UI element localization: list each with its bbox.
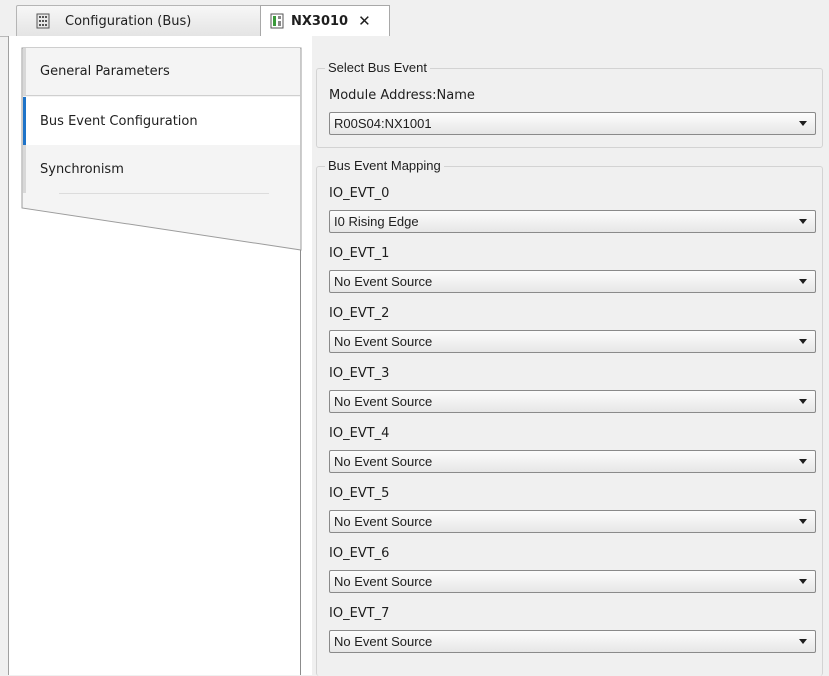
bus-event-content: Select Bus Event Module Address:Name R00… — [312, 36, 829, 676]
module-address-dropdown[interactable]: R00S04:NX1001 — [329, 112, 816, 135]
dropdown-value: No Event Source — [334, 634, 433, 649]
tab-label: Synchronism — [40, 161, 124, 177]
chevron-down-icon — [799, 399, 807, 404]
close-icon[interactable]: ✕ — [358, 12, 371, 30]
event-source-dropdown-io-evt-3[interactable]: No Event Source — [329, 390, 816, 413]
event-source-dropdown-io-evt-5[interactable]: No Event Source — [329, 510, 816, 533]
tab-configuration-bus[interactable]: Configuration (Bus) — [16, 5, 264, 36]
chevron-down-icon — [799, 219, 807, 224]
event-source-dropdown-io-evt-6[interactable]: No Event Source — [329, 570, 816, 593]
chevron-down-icon — [799, 279, 807, 284]
tab-general-parameters[interactable]: General Parameters — [23, 48, 300, 96]
chevron-down-icon — [799, 519, 807, 524]
dropdown-value: No Event Source — [334, 334, 433, 349]
dropdown-value: I0 Rising Edge — [334, 214, 419, 229]
bus-event-mapping-group: Bus Event Mapping IO_EVT_0 I0 Rising Edge… — [316, 158, 823, 676]
event-label-io-evt-1: IO_EVT_1 — [329, 246, 390, 261]
vertical-tab-panel: General Parameters Bus Event Configurati… — [9, 36, 302, 675]
dropdown-value: No Event Source — [334, 274, 433, 289]
bus-config-icon — [35, 13, 51, 29]
event-label-io-evt-7: IO_EVT_7 — [329, 606, 390, 621]
module-address-label: Module Address:Name — [329, 88, 475, 103]
event-source-dropdown-io-evt-0[interactable]: I0 Rising Edge — [329, 210, 816, 233]
event-label-io-evt-4: IO_EVT_4 — [329, 426, 390, 441]
event-label-io-evt-0: IO_EVT_0 — [329, 186, 390, 201]
device-editor: General Parameters Bus Event Configurati… — [8, 36, 829, 676]
divider — [59, 193, 269, 194]
event-source-dropdown-io-evt-7[interactable]: No Event Source — [329, 630, 816, 653]
dropdown-value: No Event Source — [334, 454, 433, 469]
module-icon — [269, 13, 285, 29]
event-source-dropdown-io-evt-2[interactable]: No Event Source — [329, 330, 816, 353]
chevron-down-icon — [799, 459, 807, 464]
group-title: Select Bus Event — [325, 60, 430, 75]
dropdown-value: R00S04:NX1001 — [334, 116, 432, 131]
tab-synchronism[interactable]: Synchronism — [23, 145, 300, 193]
tab-label: General Parameters — [40, 64, 170, 79]
select-bus-event-group: Select Bus Event Module Address:Name R00… — [316, 60, 823, 148]
chevron-down-icon — [799, 579, 807, 584]
document-tab-strip: Configuration (Bus) NX3010 ✕ — [0, 0, 829, 37]
group-title: Bus Event Mapping — [325, 158, 444, 173]
event-source-dropdown-io-evt-4[interactable]: No Event Source — [329, 450, 816, 473]
chevron-down-icon — [799, 639, 807, 644]
event-source-dropdown-io-evt-1[interactable]: No Event Source — [329, 270, 816, 293]
chevron-down-icon — [799, 339, 807, 344]
dropdown-value: No Event Source — [334, 574, 433, 589]
tab-label: NX3010 — [291, 13, 349, 29]
tab-label: Bus Event Configuration — [40, 113, 198, 129]
tab-label: Configuration (Bus) — [65, 13, 192, 29]
dropdown-value: No Event Source — [334, 394, 433, 409]
panel-divider — [300, 250, 301, 675]
chevron-down-icon — [799, 121, 807, 126]
dropdown-value: No Event Source — [334, 514, 433, 529]
event-label-io-evt-6: IO_EVT_6 — [329, 546, 390, 561]
tab-bus-event-configuration[interactable]: Bus Event Configuration — [23, 97, 300, 145]
event-label-io-evt-2: IO_EVT_2 — [329, 306, 390, 321]
tab-nx3010[interactable]: NX3010 ✕ — [260, 5, 390, 37]
event-label-io-evt-3: IO_EVT_3 — [329, 366, 390, 381]
event-label-io-evt-5: IO_EVT_5 — [329, 486, 390, 501]
